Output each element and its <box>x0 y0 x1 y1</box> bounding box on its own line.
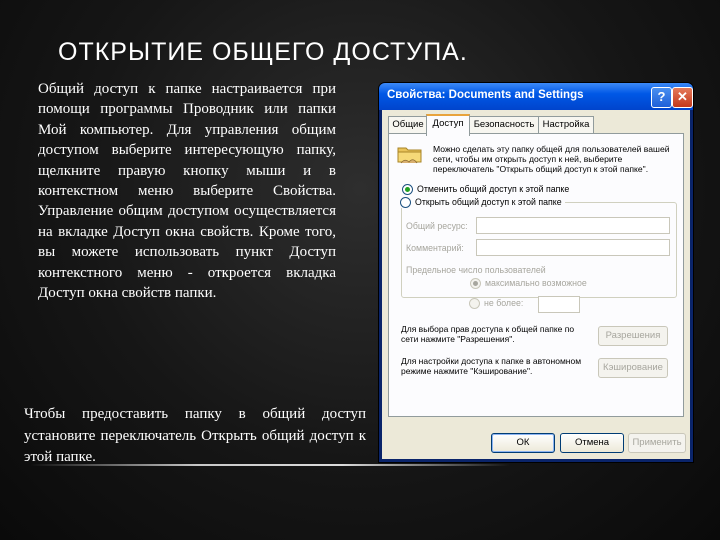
radio-no-more-label: не более: <box>484 298 524 308</box>
radio-no-share-button[interactable] <box>402 184 413 196</box>
radio-no-share[interactable]: Отменить общий доступ к этой папке <box>402 184 570 196</box>
cancel-button[interactable]: Отмена <box>560 433 624 453</box>
slide-title: ОТКРЫТИЕ ОБЩЕГО ДОСТУПА. <box>58 38 468 66</box>
caching-button[interactable]: Кэширование <box>598 358 668 378</box>
radio-no-share-label: Отменить общий доступ к этой папке <box>417 184 570 194</box>
body-paragraph-1: Общий доступ к папке настраивается при п… <box>38 81 336 302</box>
tab-general[interactable]: Общие <box>388 116 428 133</box>
caching-description: Для настройки доступа к папке в автономн… <box>401 356 582 376</box>
dialog-titlebar[interactable]: Свойства: Documents and Settings ? ✕ <box>379 83 693 110</box>
tab-customize[interactable]: Настройка <box>538 116 594 133</box>
body-paragraph-2: Чтобы предоставить папку в общий доступ … <box>24 406 366 465</box>
radio-share-button[interactable] <box>400 197 411 209</box>
user-limit-spinner[interactable] <box>538 296 580 313</box>
sharing-info-text: Можно сделать эту папку общей для пользо… <box>433 144 670 175</box>
share-settings-group: Открыть общий доступ к этой папке Общий … <box>400 197 677 298</box>
radio-share-label: Открыть общий доступ к этой папке <box>415 197 562 207</box>
user-limit-label: Предельное число пользователей <box>406 265 546 275</box>
tab-sharing[interactable]: Доступ <box>426 114 470 136</box>
comment-input[interactable] <box>476 239 670 256</box>
tab-security[interactable]: Безопасность <box>468 116 540 133</box>
dialog-title: Свойства: Documents and Settings <box>387 89 584 101</box>
close-button[interactable]: ✕ <box>672 87 693 108</box>
divider-line <box>30 464 510 466</box>
radio-share[interactable]: Открыть общий доступ к этой папке <box>400 197 565 209</box>
help-button[interactable]: ? <box>651 87 672 108</box>
permissions-button[interactable]: Разрешения <box>598 326 668 346</box>
apply-button[interactable]: Применить <box>628 433 686 453</box>
dialog-client-area: Общие Доступ Безопасность Настройка Можн… <box>382 110 690 459</box>
radio-max-allowed-label: максимально возможное <box>485 278 587 288</box>
share-name-label: Общий ресурс: <box>406 221 468 231</box>
permissions-description: Для выбора прав доступа к общей папке по… <box>401 324 575 344</box>
ok-button[interactable]: ОК <box>491 433 555 453</box>
shared-folder-icon <box>397 147 422 164</box>
share-name-input[interactable] <box>476 217 670 234</box>
comment-label: Комментарий: <box>406 243 464 253</box>
radio-max-allowed[interactable]: максимально возможное <box>470 278 587 290</box>
properties-dialog: Свойства: Documents and Settings ? ✕ Общ… <box>379 83 693 462</box>
radio-no-more-button[interactable] <box>469 298 480 310</box>
sharing-panel: Можно сделать эту папку общей для пользо… <box>388 133 684 417</box>
radio-no-more[interactable]: не более: <box>469 298 524 310</box>
radio-max-allowed-button[interactable] <box>470 278 481 290</box>
